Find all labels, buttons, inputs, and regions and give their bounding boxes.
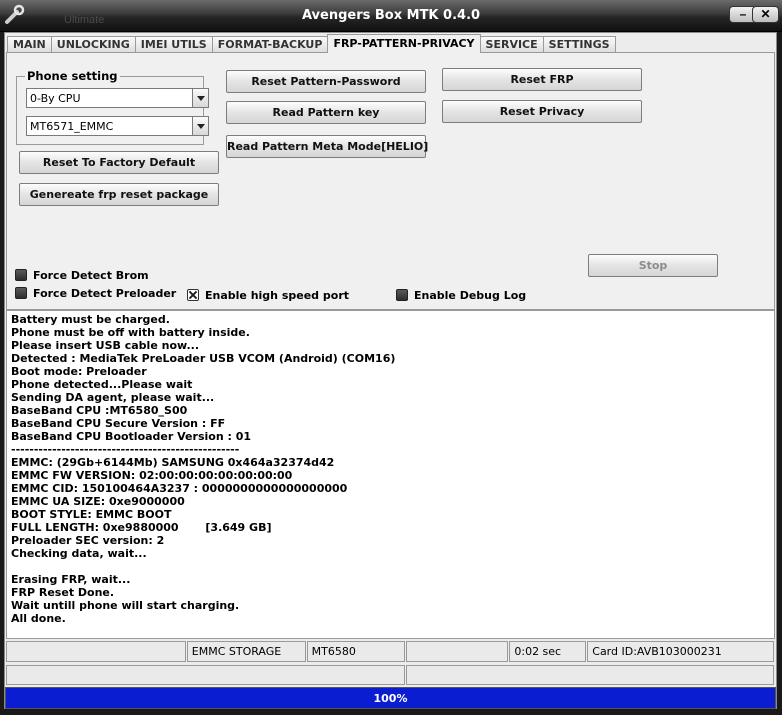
tab-settings[interactable]: SETTINGS <box>542 36 616 53</box>
status-cell-empty <box>6 641 186 662</box>
tab-format-backup[interactable]: FORMAT-BACKUP <box>211 36 329 53</box>
status-bar-secondary <box>6 665 775 685</box>
status2-cell-left <box>6 665 406 685</box>
frp-panel: Phone setting 0-By CPU MT6571_EMMC Reset… <box>6 52 775 310</box>
debug-log-checkbox[interactable]: Enable Debug Log <box>396 289 526 303</box>
tab-service[interactable]: SERVICE <box>479 36 544 53</box>
phone-setting-legend: Phone setting <box>27 69 118 83</box>
tab-unlocking[interactable]: UNLOCKING <box>50 36 136 53</box>
tab-imei-utils[interactable]: IMEI UTILS <box>134 36 213 53</box>
reset-factory-button[interactable]: Reset To Factory Default <box>19 151 219 174</box>
stop-button[interactable]: Stop <box>588 254 718 277</box>
log-output[interactable]: Battery must be charged. Phone must be o… <box>6 310 775 639</box>
title-bar: Ultimate Avengers Box MTK 0.4.0 – ✕ <box>0 0 782 32</box>
model-value: MT6571_EMMC <box>30 120 114 133</box>
checkbox-icon <box>15 269 27 281</box>
status-bar: EMMC STORAGE MT6580 0:02 sec Card ID:AVB… <box>6 641 775 662</box>
force-detect-brom-label: Force Detect Brom <box>33 269 149 282</box>
force-detect-preloader-label: Force Detect Preloader <box>33 287 177 300</box>
debug-log-label: Enable Debug Log <box>414 289 527 302</box>
read-pattern-key-button[interactable]: Read Pattern key <box>226 101 426 124</box>
generate-frp-package-button[interactable]: Genereate frp reset package <box>19 183 219 206</box>
status-chip: MT6580 <box>306 641 406 662</box>
read-pattern-meta-button[interactable]: Read Pattern Meta Mode[HELIO] <box>226 135 428 158</box>
chevron-down-icon[interactable] <box>192 117 208 135</box>
chevron-down-icon[interactable] <box>192 89 208 107</box>
checked-icon <box>187 289 199 301</box>
force-detect-preloader-checkbox[interactable]: Force Detect Preloader <box>15 287 176 301</box>
force-detect-brom-checkbox[interactable]: Force Detect Brom <box>15 269 149 283</box>
model-select[interactable]: MT6571_EMMC <box>26 116 209 136</box>
status-storage: EMMC STORAGE <box>186 641 306 662</box>
close-button[interactable]: ✕ <box>752 6 779 23</box>
main-window: MAIN UNLOCKING IMEI UTILS FORMAT-BACKUP … <box>4 32 777 709</box>
checkbox-icon <box>15 287 27 299</box>
progress-label: 100% <box>373 692 408 705</box>
checkbox-icon <box>396 289 408 301</box>
cpu-mode-select[interactable]: 0-By CPU <box>26 88 209 108</box>
high-speed-port-label: Enable high speed port <box>205 289 349 302</box>
status2-cell-right <box>406 665 774 685</box>
status-card-id: Card ID:AVB103000231 <box>587 641 775 662</box>
reset-privacy-button[interactable]: Reset Privacy <box>442 100 642 123</box>
tab-strip: MAIN UNLOCKING IMEI UTILS FORMAT-BACKUP … <box>7 34 616 53</box>
status-time: 0:02 sec <box>509 641 587 662</box>
window-title: Avengers Box MTK 0.4.0 <box>301 8 481 23</box>
reset-pattern-password-button[interactable]: Reset Pattern-Password <box>226 70 426 93</box>
status-cell-empty-2 <box>406 641 509 662</box>
tab-frp-pattern-privacy[interactable]: FRP-PATTERN-PRIVACY <box>327 34 481 53</box>
progress-bar: 100% <box>5 687 776 709</box>
cpu-mode-value: 0-By CPU <box>30 92 81 105</box>
tab-main[interactable]: MAIN <box>7 36 52 53</box>
high-speed-port-checkbox[interactable]: Enable high speed port <box>187 289 349 303</box>
reset-frp-button[interactable]: Reset FRP <box>442 68 642 91</box>
